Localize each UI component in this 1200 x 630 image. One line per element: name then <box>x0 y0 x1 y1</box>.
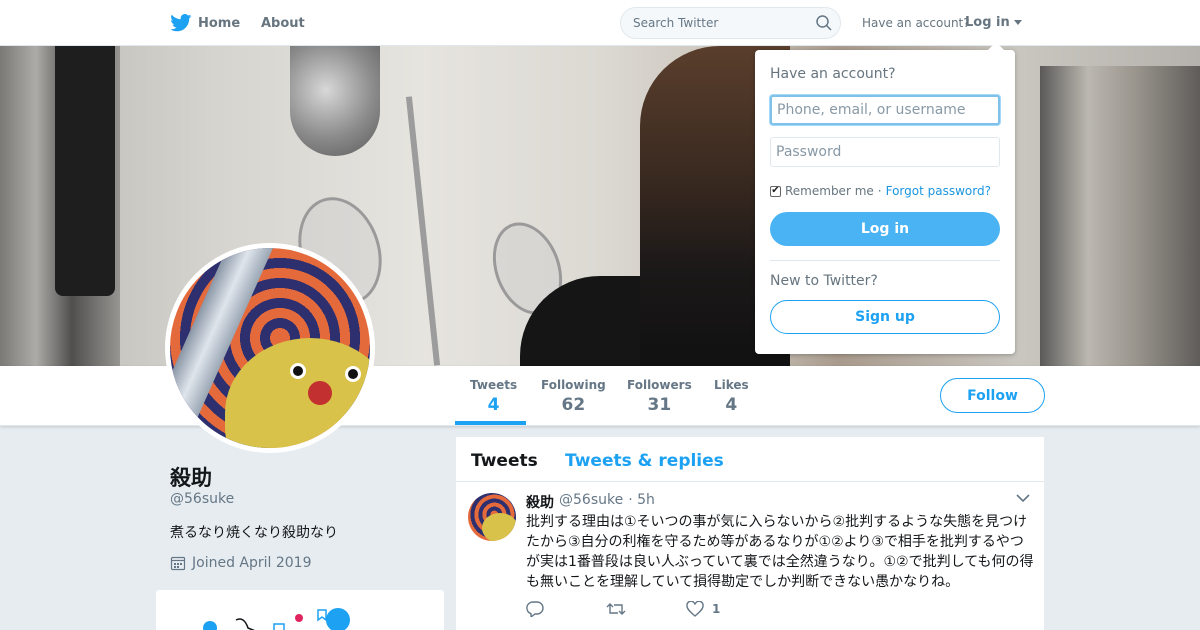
login-dropdown-toggle[interactable]: Log in <box>965 15 1022 30</box>
joined-text: Joined April 2019 <box>192 555 312 571</box>
new-to-twitter-text: New to Twitter? <box>770 273 878 289</box>
tweet-author-name[interactable]: 殺助 <box>526 492 554 512</box>
stat-tweets[interactable]: Tweets 4 <box>470 378 517 415</box>
search-box[interactable]: Search Twitter <box>620 7 841 39</box>
tab-tweets[interactable]: Tweets <box>471 451 538 471</box>
stat-label: Tweets <box>470 378 518 392</box>
remember-me-row: ✔ Remember me · Forgot password? <box>770 184 991 198</box>
nav-about-link[interactable]: About <box>261 16 305 31</box>
signup-button[interactable]: Sign up <box>770 300 1000 334</box>
stat-label: Likes <box>714 378 749 392</box>
profile-bio: 煮るなり焼くなり殺助なり <box>170 525 338 541</box>
separator-dot: · <box>877 184 882 198</box>
media-card <box>156 590 444 630</box>
twitter-bird-icon <box>170 14 192 32</box>
timeline: Tweets Tweets & replies 殺助 @56suke · 5h … <box>456 437 1044 630</box>
tab-tweets-replies[interactable]: Tweets & replies <box>565 451 724 471</box>
chevron-down-icon[interactable] <box>1016 493 1030 503</box>
search-input[interactable]: Search Twitter <box>633 16 816 30</box>
top-nav: Home About Search Twitter Have an accoun… <box>0 0 1200 46</box>
tweet-timestamp[interactable]: · 5h <box>628 492 655 512</box>
stat-likes[interactable]: Likes 4 <box>714 378 749 415</box>
stat-value: 4 <box>725 395 738 415</box>
tweet-avatar[interactable] <box>468 493 516 541</box>
profile-handle: @56suke <box>170 491 235 507</box>
have-account-text: Have an account? <box>862 16 970 30</box>
stat-value: 31 <box>647 395 672 415</box>
tweet-actions: 1 <box>526 601 766 617</box>
divider <box>770 260 1000 261</box>
calendar-icon <box>170 556 186 571</box>
timeline-tabs: Tweets Tweets & replies <box>456 437 1044 482</box>
tweet-text: 批判する理由は①そいつの事が気に入らないから②批判するような失態を見つけたから③… <box>526 514 1034 590</box>
reply-icon <box>526 601 544 617</box>
media-illustration <box>203 608 350 630</box>
login-toggle-label: Log in <box>965 15 1010 30</box>
remember-me-label[interactable]: Remember me <box>785 184 874 198</box>
caret-down-icon <box>1013 20 1022 25</box>
follow-button[interactable]: Follow <box>940 378 1045 413</box>
like-button[interactable]: 1 <box>686 601 766 617</box>
stat-following[interactable]: Following 62 <box>541 378 606 415</box>
stat-label: Followers <box>627 378 692 392</box>
retweet-button[interactable] <box>606 601 686 617</box>
login-dropdown: Have an account? ✔ Remember me · Forgot … <box>755 42 1015 354</box>
password-field[interactable] <box>770 137 1000 167</box>
stat-value: 62 <box>561 395 586 415</box>
nav-home-link[interactable]: Home <box>170 14 240 32</box>
remember-me-checkbox[interactable]: ✔ <box>770 185 781 197</box>
reply-button[interactable] <box>526 601 606 617</box>
login-button[interactable]: Log in <box>770 212 1000 246</box>
profile-joined: Joined April 2019 <box>170 555 312 571</box>
tweet-header: 殺助 @56suke · 5h <box>526 492 655 512</box>
stat-followers[interactable]: Followers 31 <box>627 378 692 415</box>
heart-icon <box>686 601 704 617</box>
search-icon[interactable] <box>816 15 832 31</box>
tweet-author-handle[interactable]: @56suke <box>559 492 623 512</box>
nav-home-label: Home <box>198 15 241 31</box>
like-count: 1 <box>712 602 721 616</box>
stat-value: 4 <box>487 395 500 415</box>
profile-avatar[interactable] <box>165 243 375 453</box>
retweet-icon <box>606 603 626 615</box>
login-dropdown-title: Have an account? <box>770 66 896 82</box>
forgot-password-link[interactable]: Forgot password? <box>886 184 991 198</box>
active-stat-indicator <box>455 421 526 425</box>
stat-label: Following <box>541 378 606 392</box>
username-field[interactable] <box>770 95 1000 125</box>
profile-name: 殺助 <box>170 466 212 490</box>
